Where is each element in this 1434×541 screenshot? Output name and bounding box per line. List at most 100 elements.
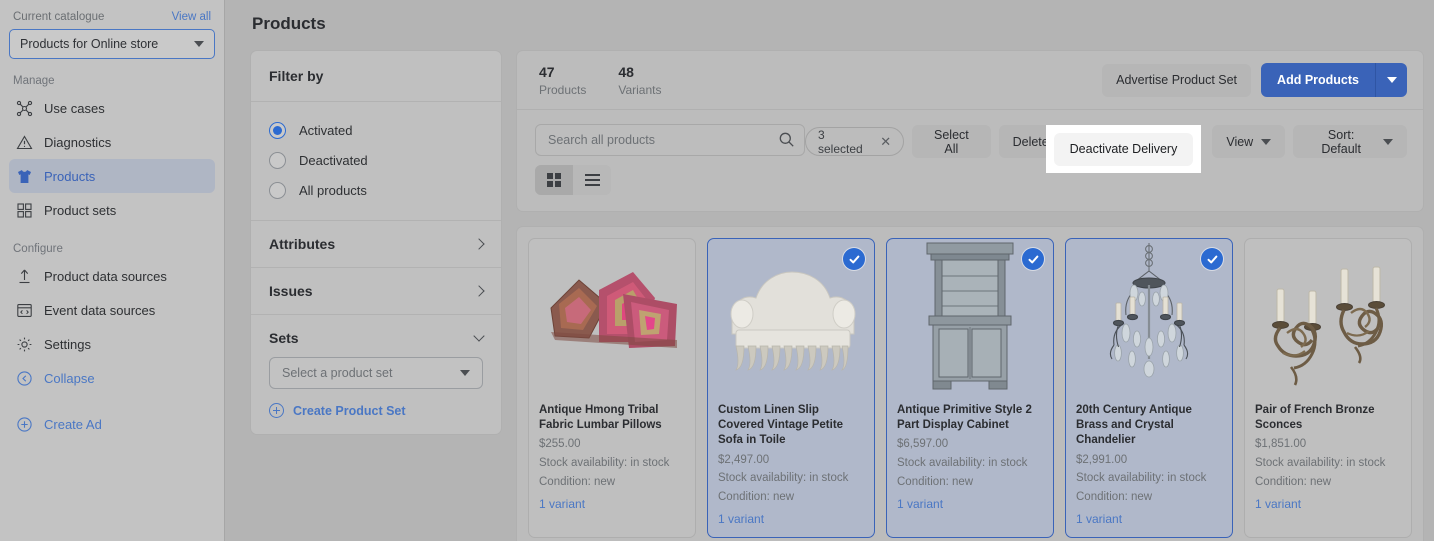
use-cases-icon	[16, 100, 33, 117]
sidebar-group-label-configure: Configure	[13, 243, 63, 255]
plus-circle-icon	[269, 403, 284, 418]
product-variants-link[interactable]: 1 variant	[897, 497, 1043, 511]
code-window-icon	[16, 302, 33, 319]
view-all-link[interactable]: View all	[172, 11, 211, 23]
chevron-down-icon	[1386, 77, 1397, 83]
product-stock: Stock availability: in stock	[539, 457, 670, 470]
product-price: $1,851.00	[1255, 438, 1307, 451]
product-name: Antique Primitive Style 2 Part Display C…	[897, 404, 1032, 432]
radio-deactivated[interactable]: Deactivated	[269, 145, 483, 175]
product-set-select[interactable]: Select a product set	[269, 357, 483, 389]
product-card[interactable]: Antique Primitive Style 2 Part Display C…	[886, 238, 1054, 538]
filter-section-attributes[interactable]: Attributes	[251, 221, 501, 268]
toolbar-card: 47 Products 48 Variants Advertise Produc…	[516, 50, 1424, 212]
selection-chip-label: 3 selected	[818, 127, 863, 156]
product-condition: Condition: new	[1076, 490, 1153, 503]
filter-panel-title: Filter by	[251, 51, 501, 102]
selected-check-icon[interactable]	[1201, 248, 1223, 270]
close-icon[interactable]: ✕	[880, 135, 891, 148]
radio-indicator	[269, 121, 286, 139]
product-thumbnail	[708, 239, 874, 394]
catalogue-select[interactable]: Products for Online store	[9, 29, 215, 59]
filter-status-radio-group: Activated Deactivated All products	[251, 102, 501, 221]
product-thumbnail	[1066, 239, 1232, 394]
sidebar-item-collapse[interactable]: Collapse	[9, 361, 215, 395]
list-view-button[interactable]	[573, 165, 611, 195]
radio-activated[interactable]: Activated	[269, 115, 483, 145]
sort-dropdown-button[interactable]: Sort: Default	[1293, 125, 1408, 158]
advertise-product-set-button[interactable]: Advertise Product Set	[1102, 63, 1252, 97]
page-title: Products	[252, 14, 326, 33]
chevron-down-icon	[473, 330, 485, 342]
sidebar-item-diagnostics[interactable]: Diagnostics	[9, 125, 215, 159]
add-products-button[interactable]: Add Products	[1261, 63, 1375, 97]
sidebar-item-create-ad[interactable]: Create Ad	[9, 407, 215, 441]
product-info: Pair of French Bronze Sconces $1,851.00 …	[1245, 394, 1411, 522]
radio-indicator	[269, 151, 286, 169]
grid-squares-icon	[16, 202, 33, 219]
stat-variants: 48 Variants	[618, 64, 661, 97]
actions-row: 3 selected ✕ Select All Delete Deactivat…	[517, 110, 1423, 211]
search-input[interactable]	[535, 124, 805, 156]
product-variants-link[interactable]: 1 variant	[718, 512, 864, 526]
sidebar-item-label: Event data sources	[44, 302, 156, 318]
sidebar-item-use-cases[interactable]: Use cases	[9, 91, 215, 125]
list-icon	[584, 171, 600, 189]
search-icon	[778, 131, 795, 148]
sidebar: Current catalogue View all Products for …	[0, 0, 225, 541]
sidebar-item-label: Use cases	[44, 100, 105, 116]
product-card[interactable]: Custom Linen Slip Covered Vintage Petite…	[707, 238, 875, 538]
selection-chip[interactable]: 3 selected ✕	[805, 127, 905, 156]
create-product-set-label: Create Product Set	[293, 403, 406, 418]
main-area: Products Filter by Activated Deactivated	[225, 0, 1434, 541]
select-all-button[interactable]: Select All	[912, 125, 991, 158]
sidebar-item-products[interactable]: Products	[9, 159, 215, 193]
product-name: Custom Linen Slip Covered Vintage Petite…	[718, 404, 844, 447]
product-thumbnail	[1245, 239, 1411, 394]
gear-icon	[16, 336, 33, 353]
radio-indicator	[269, 181, 286, 199]
product-card[interactable]: 20th Century Antique Brass and Crystal C…	[1065, 238, 1233, 538]
chevron-down-icon	[194, 41, 204, 47]
stat-products: 47 Products	[539, 64, 586, 97]
sidebar-item-product-sets[interactable]: Product sets	[9, 193, 215, 227]
product-card[interactable]: Antique Hmong Tribal Fabric Lumbar Pillo…	[528, 238, 696, 538]
chevron-right-icon	[473, 238, 485, 250]
catalogue-label: Current catalogue	[13, 11, 105, 23]
filter-section-label: Issues	[269, 283, 313, 299]
grid-icon	[546, 172, 562, 188]
product-variants-link[interactable]: 1 variant	[1076, 512, 1222, 526]
catalogue-select-value: Products for Online store	[20, 37, 159, 51]
selected-check-icon[interactable]	[843, 248, 865, 270]
grid-view-button[interactable]	[535, 165, 573, 195]
product-card[interactable]: Pair of French Bronze Sconces $1,851.00 …	[1244, 238, 1412, 538]
product-stock: Stock availability: in stock	[897, 457, 1028, 470]
view-dropdown-button[interactable]: View	[1212, 125, 1286, 158]
sidebar-item-label: Diagnostics	[44, 134, 112, 150]
product-condition: Condition: new	[1255, 475, 1332, 488]
catalogue-header: Current catalogue View all	[9, 0, 215, 29]
filter-section-issues[interactable]: Issues	[251, 268, 501, 315]
sidebar-item-settings[interactable]: Settings	[9, 327, 215, 361]
filter-sets-body: Select a product set Create Product Set	[251, 357, 501, 434]
plus-circle-icon	[16, 416, 33, 433]
product-info: 20th Century Antique Brass and Crystal C…	[1066, 394, 1232, 537]
filter-section-sets[interactable]: Sets	[251, 315, 501, 357]
view-mode-toggle	[535, 165, 611, 195]
add-products-dropdown-button[interactable]	[1375, 63, 1407, 97]
sidebar-item-product-data-sources[interactable]: Product data sources	[9, 259, 215, 293]
product-variants-link[interactable]: 1 variant	[1255, 497, 1401, 511]
product-name: Antique Hmong Tribal Fabric Lumbar Pillo…	[539, 404, 662, 432]
stat-value: 47	[539, 63, 555, 80]
product-variants-link[interactable]: 1 variant	[539, 497, 685, 511]
spotlight-highlight: Deactivate Delivery	[1046, 125, 1201, 173]
sidebar-item-label: Product sets	[44, 202, 117, 218]
product-condition: Condition: new	[897, 475, 974, 488]
sidebar-item-label: Products	[44, 168, 96, 184]
create-product-set-button[interactable]: Create Product Set	[269, 403, 483, 418]
selected-check-icon[interactable]	[1022, 248, 1044, 270]
filter-section-label: Attributes	[269, 236, 336, 252]
deactivate-delivery-button[interactable]: Deactivate Delivery	[1053, 132, 1194, 166]
radio-all-products[interactable]: All products	[269, 175, 483, 205]
sidebar-item-event-data-sources[interactable]: Event data sources	[9, 293, 215, 327]
